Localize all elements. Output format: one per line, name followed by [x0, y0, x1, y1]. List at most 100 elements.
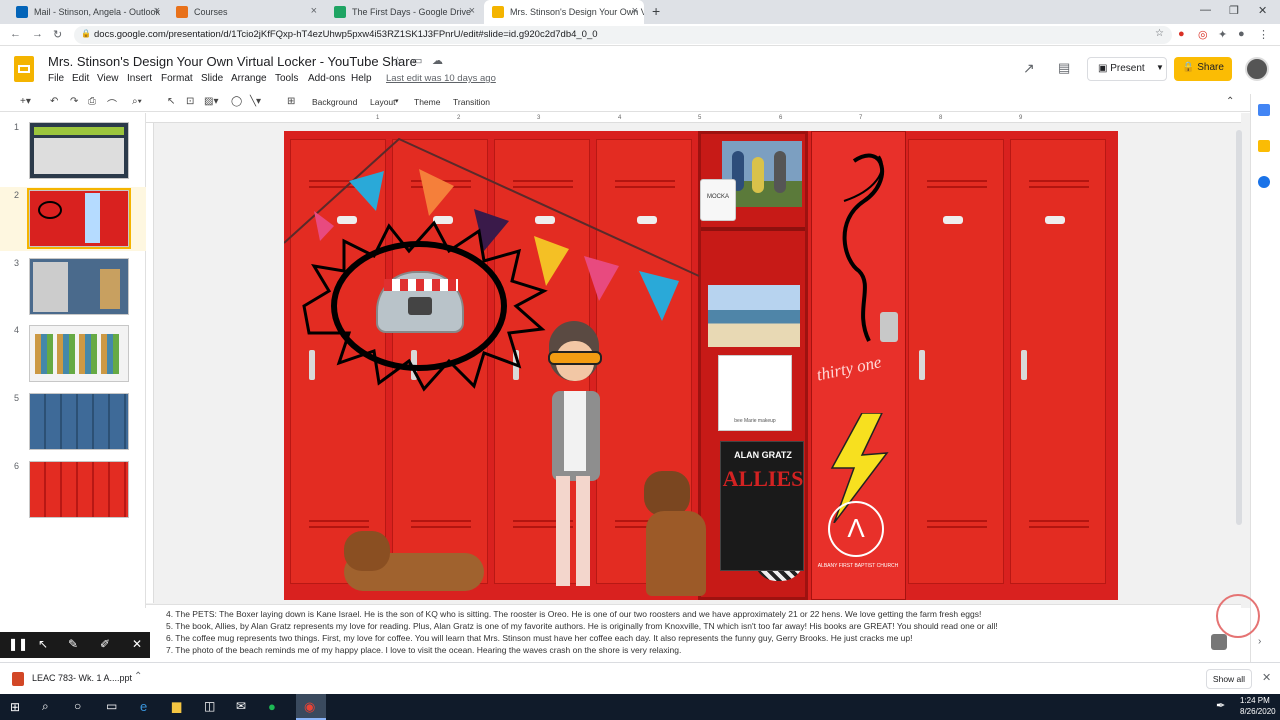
- expand-panel-icon[interactable]: ›: [1258, 636, 1261, 647]
- menu-insert[interactable]: Insert: [127, 73, 152, 84]
- close-tab-icon[interactable]: ×: [311, 5, 317, 17]
- minimize-icon[interactable]: —: [1200, 4, 1211, 16]
- new-slide-icon[interactable]: +▾: [20, 96, 31, 107]
- present-button[interactable]: ▣ Present ▼: [1087, 57, 1167, 81]
- text-box-icon[interactable]: ⊡: [186, 96, 194, 107]
- close-tab-icon[interactable]: ×: [469, 5, 475, 17]
- pointer-tool-icon[interactable]: ↖: [38, 637, 48, 651]
- slide-thumbnail-6[interactable]: [29, 461, 129, 518]
- windows-taskbar: ⊞ ⌕ ○ ▭ e ▆ ◫ ✉ ● ◉ ✒ 1:24 PM 8/26/2020: [0, 694, 1280, 720]
- highlighter-tool-icon[interactable]: ✐: [100, 637, 110, 651]
- cortana-icon[interactable]: ○: [74, 699, 81, 713]
- avatar[interactable]: [1245, 57, 1269, 81]
- paint-format-icon[interactable]: ⌒: [107, 96, 117, 111]
- image-icon[interactable]: ▨▾: [204, 96, 218, 107]
- spotify-icon[interactable]: ●: [268, 699, 276, 714]
- shape-icon[interactable]: ◯: [231, 96, 242, 107]
- undo-icon[interactable]: ↶: [50, 96, 58, 107]
- mail-icon[interactable]: ✉: [236, 699, 246, 713]
- background-button[interactable]: Background: [312, 97, 357, 107]
- menu-tools[interactable]: Tools: [275, 73, 298, 84]
- clock-date[interactable]: 8/26/2020: [1240, 707, 1276, 716]
- forward-icon[interactable]: →: [32, 28, 43, 40]
- theme-button[interactable]: Theme: [414, 97, 440, 107]
- select-arrow-icon[interactable]: ↖: [167, 96, 175, 107]
- calendar-icon[interactable]: [1258, 104, 1270, 116]
- menu-view[interactable]: View: [97, 73, 119, 84]
- menu-edit[interactable]: Edit: [72, 73, 89, 84]
- comment-add-icon[interactable]: ⊞: [287, 96, 295, 107]
- layout-button[interactable]: Layout: [370, 97, 396, 107]
- slide-thumbnail-3[interactable]: [29, 258, 129, 315]
- close-window-icon[interactable]: ✕: [1258, 4, 1267, 17]
- redo-icon[interactable]: ↷: [70, 96, 78, 107]
- browser-menu-icon[interactable]: ⋮: [1258, 28, 1269, 41]
- reload-icon[interactable]: ↻: [53, 28, 62, 41]
- menu-addons[interactable]: Add-ons: [308, 73, 345, 84]
- chevron-up-icon[interactable]: ⌃: [134, 671, 142, 682]
- document-title[interactable]: Mrs. Stinson's Design Your Own Virtual L…: [48, 54, 417, 69]
- close-recorder-icon[interactable]: ✕: [132, 637, 142, 651]
- slide-thumbnail-4[interactable]: [29, 325, 129, 382]
- extension-icon[interactable]: ●: [1178, 28, 1185, 40]
- vertical-scrollbar[interactable]: [1236, 130, 1242, 525]
- menu-arrange[interactable]: Arrange: [231, 73, 267, 84]
- show-all-button[interactable]: Show all: [1206, 669, 1252, 689]
- maximize-icon[interactable]: ❐: [1229, 4, 1239, 17]
- windows-start-icon[interactable]: ⊞: [10, 700, 20, 714]
- task-view-icon[interactable]: ▭: [106, 699, 117, 713]
- new-tab-button[interactable]: +: [652, 3, 660, 19]
- speaker-notes[interactable]: 4. The PETS: The Boxer laying down is Ka…: [146, 604, 1241, 661]
- last-edit-link[interactable]: Last edit was 10 days ago: [386, 73, 496, 84]
- store-icon[interactable]: ◫: [204, 699, 215, 713]
- tasks-icon[interactable]: [1258, 176, 1270, 188]
- treble-clef-music-image: [842, 153, 884, 342]
- slide-2-locker[interactable]: MOCKA bee Marie makeup ALAN GRATZ ALLIES…: [284, 131, 1118, 600]
- url-input[interactable]: 🔒 docs.google.com/presentation/d/1Tcio2j…: [74, 26, 1172, 44]
- activity-trend-icon[interactable]: ↗: [1023, 60, 1035, 77]
- bookmark-star-icon[interactable]: ☆: [1155, 28, 1164, 39]
- collapse-toolbar-icon[interactable]: ⌃: [1226, 96, 1234, 107]
- share-button[interactable]: 🔒 Share: [1174, 57, 1232, 81]
- tab-courses[interactable]: Courses ×: [168, 0, 323, 24]
- keep-icon[interactable]: [1258, 140, 1270, 152]
- tab-google-slides[interactable]: Mrs. Stinson's Design Your Own V ×: [484, 0, 644, 24]
- search-icon[interactable]: ⌕: [42, 699, 49, 714]
- explore-icon[interactable]: [1211, 634, 1227, 650]
- download-file-name[interactable]: LEAC 783- Wk. 1 A....ppt: [32, 673, 132, 683]
- tab-outlook-mail[interactable]: Mail - Stinson, Angela - Outlook ×: [8, 0, 166, 24]
- pen-tool-icon[interactable]: ✎: [68, 637, 78, 651]
- back-icon[interactable]: ←: [10, 28, 21, 40]
- slide-thumbnail-2[interactable]: [27, 188, 131, 249]
- print-icon[interactable]: ⎙: [88, 96, 96, 107]
- chrome-taskbar-button[interactable]: ◉: [296, 694, 326, 720]
- tab-google-drive[interactable]: The First Days - Google Drive ×: [326, 0, 481, 24]
- star-icon[interactable]: ☆: [392, 54, 403, 68]
- pause-icon[interactable]: ❚❚: [8, 637, 28, 651]
- edge-icon[interactable]: e: [140, 699, 147, 714]
- close-tab-icon[interactable]: ×: [154, 5, 160, 17]
- zoom-icon[interactable]: ⌕▾: [132, 96, 142, 107]
- line-icon[interactable]: ╲▾: [250, 96, 261, 107]
- menu-file[interactable]: File: [48, 73, 64, 84]
- menu-help[interactable]: Help: [351, 73, 372, 84]
- google-slides-logo-icon[interactable]: [14, 56, 34, 82]
- close-tab-icon[interactable]: ×: [632, 5, 638, 17]
- file-explorer-icon[interactable]: ▆: [172, 699, 181, 713]
- transition-button[interactable]: Transition: [453, 97, 490, 107]
- comment-icon[interactable]: ▤: [1058, 60, 1070, 76]
- clock-time[interactable]: 1:24 PM: [1240, 696, 1270, 705]
- menu-slide[interactable]: Slide: [201, 73, 223, 84]
- menu-format[interactable]: Format: [161, 73, 193, 84]
- slide-number: 1: [14, 122, 20, 132]
- slide-thumbnail-5[interactable]: [29, 393, 129, 450]
- pen-workspace-icon[interactable]: ✒: [1216, 699, 1225, 712]
- move-folder-icon[interactable]: ▭: [412, 54, 422, 67]
- extensions-puzzle-icon[interactable]: ✦: [1218, 28, 1227, 41]
- present-label: Present: [1110, 63, 1145, 74]
- extension-icon-2[interactable]: ◎: [1198, 28, 1208, 41]
- close-downloads-icon[interactable]: ✕: [1262, 671, 1271, 684]
- slide-thumbnail-1[interactable]: [29, 122, 129, 179]
- chevron-down-icon[interactable]: ▼: [1156, 63, 1164, 72]
- profile-icon[interactable]: ●: [1238, 28, 1245, 40]
